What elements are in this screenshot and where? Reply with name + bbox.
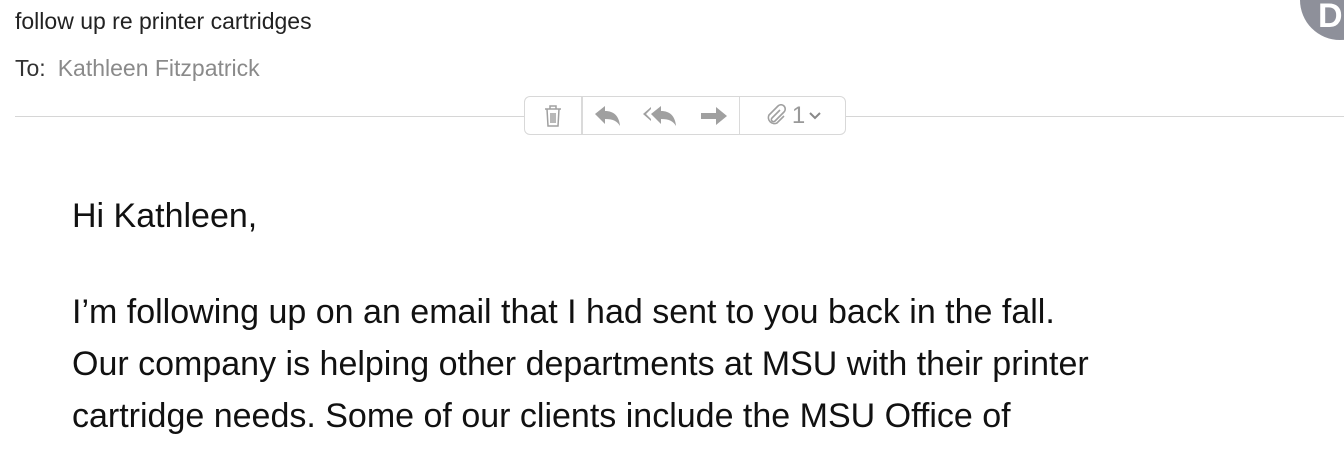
forward-icon: [700, 106, 727, 125]
body-line: Our company is helping other departments…: [72, 345, 1089, 383]
paperclip-icon: [767, 103, 786, 124]
greeting: Hi Kathleen,: [72, 197, 258, 235]
body-line: cartridge needs. Some of our clients inc…: [72, 397, 1011, 435]
trash-icon: [545, 104, 561, 127]
reply-button[interactable]: [583, 97, 633, 134]
email-subject: follow up re printer cartridges: [15, 8, 312, 34]
recipient-row: To: Kathleen Fitzpatrick: [15, 55, 260, 82]
reply-all-icon: [642, 105, 676, 126]
recipient-name[interactable]: Kathleen Fitzpatrick: [58, 55, 260, 81]
to-label: To:: [15, 55, 46, 81]
reply-icon: [594, 105, 620, 126]
attachment-count: 1: [791, 101, 806, 129]
forward-button[interactable]: [689, 97, 739, 134]
reply-all-button[interactable]: [633, 97, 689, 134]
body-line: I’m following up on an email that I had …: [72, 293, 1055, 331]
sender-avatar: D: [1300, 0, 1344, 40]
message-body: Hi Kathleen, I’m following up on an emai…: [72, 190, 1332, 442]
delete-button[interactable]: [525, 97, 581, 134]
chevron-down-icon: [809, 111, 821, 119]
attachments-button[interactable]: 1: [740, 97, 845, 134]
message-toolbar: 1: [524, 96, 846, 135]
